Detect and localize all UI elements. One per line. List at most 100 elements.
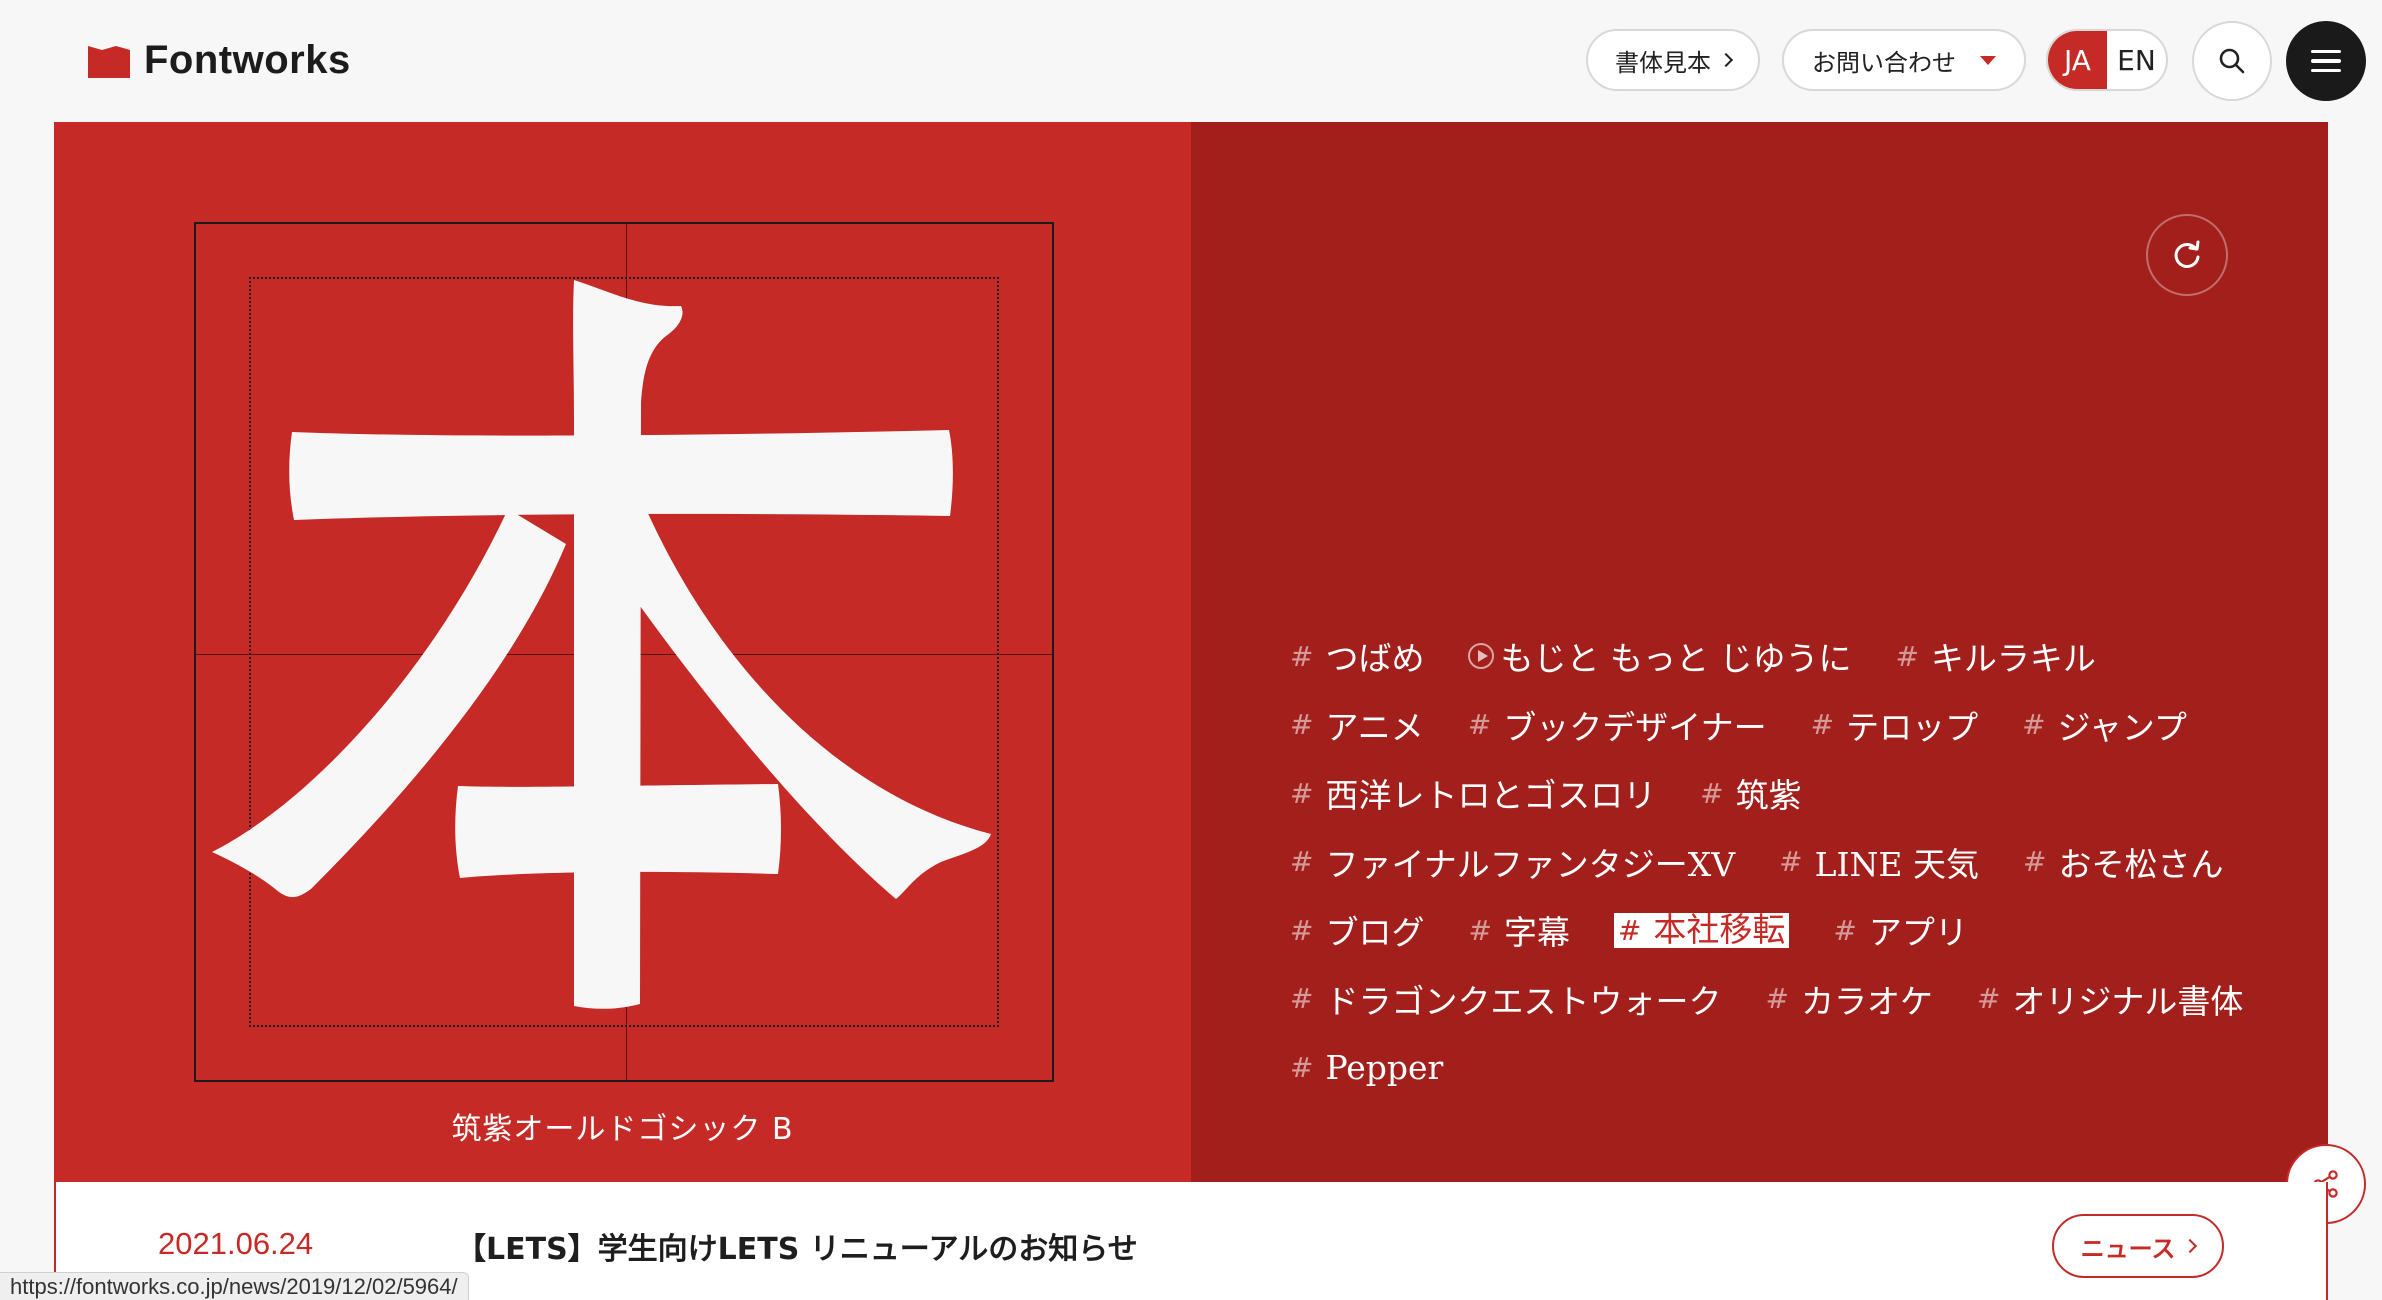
hash-symbol: # <box>1765 982 1789 1016</box>
contact-dropdown-button[interactable]: お問い合わせ <box>1782 29 2026 91</box>
tag-row: # ブログ # 字幕 # 本社移転 # アプリ <box>1290 896 2240 965</box>
tag-label: Pepper <box>1325 1047 1444 1087</box>
fontworks-logo[interactable]: Fontworks <box>88 38 351 83</box>
lang-ja-button[interactable]: JA <box>2048 31 2107 89</box>
font-name-label: 筑紫オールドゴシック B <box>451 1112 794 1147</box>
hash-symbol: # <box>1467 708 1492 742</box>
news-button-label: ニュース <box>2080 1234 2176 1263</box>
tag-label: オリジナル書体 <box>2012 981 2244 1021</box>
hashtag-link[interactable]: # テロップ <box>1811 701 1978 749</box>
tag-row: # ドラゴンクエストウォーク # カラオケ # オリジナル書体 <box>1290 965 2243 1034</box>
glyph-frame <box>194 222 1054 1082</box>
fontworks-logo-icon <box>88 44 130 78</box>
tag-label: ブックデザイナー <box>1503 707 1767 747</box>
tag-row: # Pepper <box>1290 1033 2240 1102</box>
glyph-panel: 筑紫オールドゴシック B <box>54 122 1191 1182</box>
hash-symbol: # <box>2022 708 2046 742</box>
hashtag-link[interactable]: # 字幕 <box>1468 906 1569 954</box>
chevron-right-icon <box>1718 52 1734 68</box>
tag-row: # アニメ # ブックデザイナー # テロップ # ジャンプ <box>1290 691 2240 760</box>
hashtag-link[interactable]: # ジャンプ <box>2022 701 2187 749</box>
caret-down-icon <box>1980 55 1996 65</box>
status-bar-url: https://fontworks.co.jp/news/2019/12/02/… <box>0 1272 469 1300</box>
hash-symbol: # <box>1468 913 1492 947</box>
hash-symbol: # <box>2023 845 2047 879</box>
shotai-mihon-button[interactable]: 書体見本 <box>1586 29 1760 91</box>
menu-icon <box>2311 49 2341 54</box>
tag-label: もじと もっと じゆうに <box>1500 639 1852 679</box>
tag-cloud: # つばめ もじと もっと じゆうに # キルラキル # アニメ # ブックデザイナー # テロップ… <box>1290 622 2243 1102</box>
hashtag-link[interactable]: # 筑紫 <box>1700 769 1801 817</box>
language-switcher: JA EN <box>2046 29 2168 91</box>
tag-label: 西洋レトロとゴスロリ <box>1325 776 1657 816</box>
hash-symbol: # <box>1617 913 1642 947</box>
tag-row: # つばめ もじと もっと じゆうに # キルラキル <box>1290 622 2240 691</box>
tag-label: テロップ <box>1846 707 1979 747</box>
tag-label: ドラゴンクエストウォーク <box>1325 981 1722 1021</box>
hash-symbol: # <box>1810 708 1835 742</box>
search-button[interactable] <box>2192 21 2272 101</box>
hashtag-link[interactable]: # キルラキル <box>1895 632 2095 680</box>
hero: 筑紫オールドゴシック B # つばめ もじと もっと じゆうに # キルラキル # アニメ #… <box>54 122 2328 1182</box>
tag-label: キルラキル <box>1930 639 2096 679</box>
tag-label: LINE 天気 <box>1814 844 1980 884</box>
play-circle-icon <box>1468 643 1495 670</box>
tag-label: アプリ <box>1868 913 1968 953</box>
reload-button[interactable] <box>2146 214 2228 296</box>
hashtag-link[interactable]: # アプリ <box>1833 906 1967 954</box>
hash-symbol: # <box>1290 776 1314 810</box>
contact-label: お問い合わせ <box>1812 48 1956 77</box>
tag-row: # 西洋レトロとゴスロリ # 筑紫 <box>1290 759 2240 828</box>
hashtag-link[interactable]: # 西洋レトロとゴスロリ <box>1290 769 1656 817</box>
tag-label: アニメ <box>1325 707 1424 747</box>
chevron-right-icon <box>2183 1238 2198 1254</box>
hash-symbol: # <box>1290 708 1314 742</box>
tags-panel: # つばめ もじと もっと じゆうに # キルラキル # アニメ # ブックデザイナー # テロップ… <box>1191 122 2328 1182</box>
menu-button[interactable] <box>2286 21 2366 101</box>
hashtag-link[interactable]: # おそ松さん <box>2023 838 2223 886</box>
tag-label: カラオケ <box>1800 981 1933 1021</box>
hash-symbol: # <box>1290 913 1314 947</box>
hash-symbol: # <box>1290 1050 1314 1084</box>
hashtag-link[interactable]: # LINE 天気 <box>1779 838 1979 886</box>
hash-symbol: # <box>1779 845 1803 879</box>
menu-icon-line <box>2311 68 2341 73</box>
tag-label: 字幕 <box>1503 913 1570 953</box>
hashtag-link[interactable]: # ブックデザイナー <box>1468 701 1767 749</box>
tag-row: # ファイナルファンタジーXV # LINE 天気 # おそ松さん <box>1290 828 2240 897</box>
hash-symbol: # <box>1833 913 1857 947</box>
tag-label: 筑紫 <box>1735 776 1802 816</box>
hashtag-link[interactable]: # カラオケ <box>1765 975 1932 1023</box>
news-button[interactable]: ニュース <box>2052 1214 2224 1278</box>
search-icon <box>2219 48 2245 74</box>
hashtag-link[interactable]: # ドラゴンクエストウォーク <box>1290 975 1721 1023</box>
shotai-mihon-label: 書体見本 <box>1615 48 1711 77</box>
tag-label: つばめ <box>1325 639 1425 679</box>
video-tag-link[interactable]: もじと もっと じゆうに <box>1468 632 1851 680</box>
tag-label: ファイナルファンタジーXV <box>1325 844 1736 884</box>
tag-label: ジャンプ <box>2057 707 2187 747</box>
hashtag-link[interactable]: # 本社移転 <box>1613 909 1790 949</box>
hashtag-link[interactable]: # Pepper <box>1290 1048 1443 1087</box>
hashtag-link[interactable]: # アニメ <box>1290 701 1424 749</box>
hash-symbol: # <box>1290 639 1314 673</box>
hash-symbol: # <box>1700 776 1724 810</box>
hashtag-link[interactable]: # ファイナルファンタジーXV <box>1290 838 1735 886</box>
hash-symbol: # <box>1290 982 1314 1016</box>
hashtag-link[interactable]: # ブログ <box>1290 906 1424 954</box>
hashtag-link[interactable]: # つばめ <box>1290 632 1424 680</box>
glyph-hon <box>212 280 991 1009</box>
news-date: 2021.06.24 <box>158 1226 314 1261</box>
hash-symbol: # <box>1895 639 1919 673</box>
lang-en-button[interactable]: EN <box>2107 31 2166 89</box>
hashtag-link[interactable]: # オリジナル書体 <box>1977 975 2243 1023</box>
reload-icon <box>2174 240 2200 268</box>
hash-symbol: # <box>1290 845 1314 879</box>
tag-label: おそ松さん <box>2058 844 2224 884</box>
tag-label: ブログ <box>1325 913 1425 953</box>
menu-icon-line <box>2311 59 2341 63</box>
news-title-link[interactable]: 【LETS】学生向けLETS リニューアルのお知らせ <box>456 1224 1138 1268</box>
hash-symbol: # <box>1976 982 2001 1016</box>
logo-text: Fontworks <box>144 38 351 82</box>
tag-label: 本社移転 <box>1653 909 1786 949</box>
